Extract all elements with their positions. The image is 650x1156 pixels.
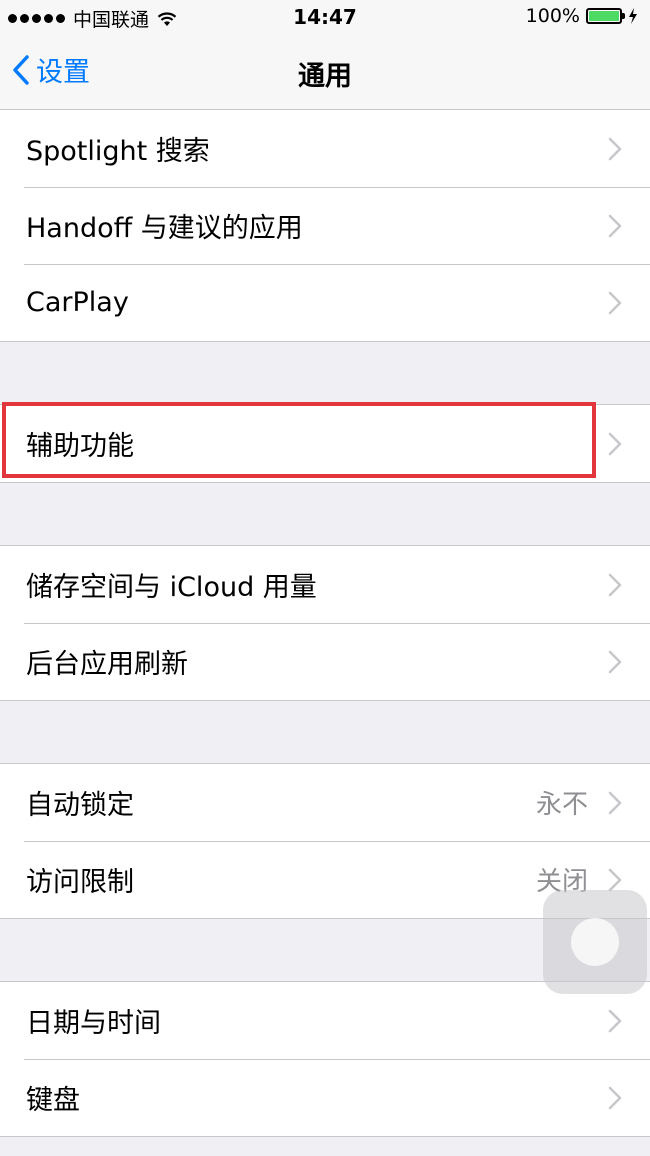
chevron-right-icon <box>608 432 622 455</box>
settings-group: 日期与时间 键盘 <box>0 981 650 1137</box>
chevron-right-icon <box>608 291 622 314</box>
settings-row[interactable]: CarPlay <box>0 264 650 341</box>
chevron-right-icon <box>608 650 622 673</box>
chevron-right-icon <box>608 1086 622 1109</box>
settings-row[interactable]: 自动锁定 永不 <box>0 764 650 841</box>
row-value: 永不 <box>535 790 588 820</box>
page-title: 通用 <box>298 61 352 92</box>
battery-percent: 100% <box>525 5 580 27</box>
settings-row[interactable]: Spotlight 搜索 <box>0 110 650 187</box>
chevron-right-icon <box>608 137 622 160</box>
status-bar: 中国联通 14:47 100% <box>0 0 650 34</box>
row-label: 储存空间与 iCloud 用量 <box>26 572 317 603</box>
row-label: CarPlay <box>26 287 129 318</box>
chevron-right-icon <box>608 573 622 596</box>
settings-group: 储存空间与 iCloud 用量 后台应用刷新 <box>0 545 650 701</box>
settings-row[interactable]: 辅助功能 <box>0 405 650 482</box>
chevron-right-icon <box>608 868 622 891</box>
battery-fill <box>589 11 619 21</box>
charging-icon <box>629 8 637 24</box>
settings-row[interactable]: 后台应用刷新 <box>0 623 650 700</box>
settings-row[interactable]: 日期与时间 <box>0 982 650 1059</box>
row-label: Spotlight 搜索 <box>26 136 210 167</box>
status-right: 100% <box>526 5 638 27</box>
row-label: 辅助功能 <box>26 431 134 462</box>
chevron-right-icon <box>608 791 622 814</box>
row-label: 后台应用刷新 <box>26 649 188 680</box>
navigation-bar: 设置 通用 <box>0 34 650 110</box>
settings-group: Spotlight 搜索 Handoff 与建议的应用 CarPlay <box>0 110 650 342</box>
chevron-right-icon <box>608 214 622 237</box>
settings-row[interactable]: 储存空间与 iCloud 用量 <box>0 546 650 623</box>
battery-icon <box>586 8 625 24</box>
settings-group: 辅助功能 <box>0 404 650 483</box>
assistive-touch-icon[interactable] <box>543 890 647 994</box>
row-label: 日期与时间 <box>26 1008 161 1039</box>
row-label: 自动锁定 <box>26 790 134 821</box>
row-label: 访问限制 <box>26 867 134 898</box>
settings-row[interactable]: Handoff 与建议的应用 <box>0 187 650 264</box>
row-label: 键盘 <box>26 1085 80 1116</box>
chevron-right-icon <box>608 1009 622 1032</box>
row-label: Handoff 与建议的应用 <box>26 213 303 244</box>
settings-row[interactable]: 键盘 <box>0 1059 650 1136</box>
